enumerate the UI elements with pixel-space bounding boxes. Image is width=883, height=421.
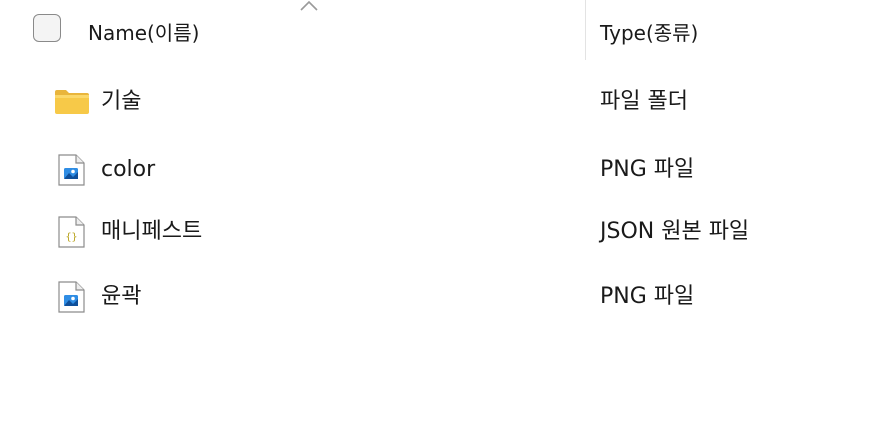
file-type: PNG 파일	[600, 157, 695, 182]
file-row-image[interactable]: 윤곽 PNG 파일	[0, 268, 883, 326]
column-divider[interactable]	[585, 0, 586, 60]
file-name: 기술	[101, 89, 142, 114]
file-list-view: Name(이름) Type(종류) 기술 파일 폴더 color PNG 파일 …	[0, 0, 883, 421]
file-name: 윤곽	[101, 284, 142, 309]
file-name: 매니페스트	[101, 219, 203, 244]
json-file-icon: {}	[58, 216, 85, 248]
column-header-bar: Name(이름) Type(종류)	[0, 0, 883, 62]
type-column-header[interactable]: Type(종류)	[600, 20, 698, 46]
name-column-header[interactable]: Name(이름)	[88, 20, 199, 46]
image-file-icon	[58, 281, 85, 313]
file-type: PNG 파일	[600, 284, 695, 309]
svg-text:{}: {}	[65, 232, 77, 243]
file-row-json[interactable]: {} 매니페스트 JSON 원본 파일	[0, 203, 883, 261]
select-all-checkbox[interactable]	[33, 14, 61, 42]
file-name: color	[101, 157, 156, 182]
file-row-folder[interactable]: 기술 파일 폴더	[0, 73, 883, 131]
image-file-icon	[58, 154, 85, 186]
folder-icon	[55, 90, 89, 114]
file-row-image[interactable]: color PNG 파일	[0, 141, 883, 199]
sort-chevron-up-icon[interactable]	[299, 0, 319, 12]
file-type: 파일 폴더	[600, 89, 688, 114]
file-type: JSON 원본 파일	[600, 219, 750, 244]
